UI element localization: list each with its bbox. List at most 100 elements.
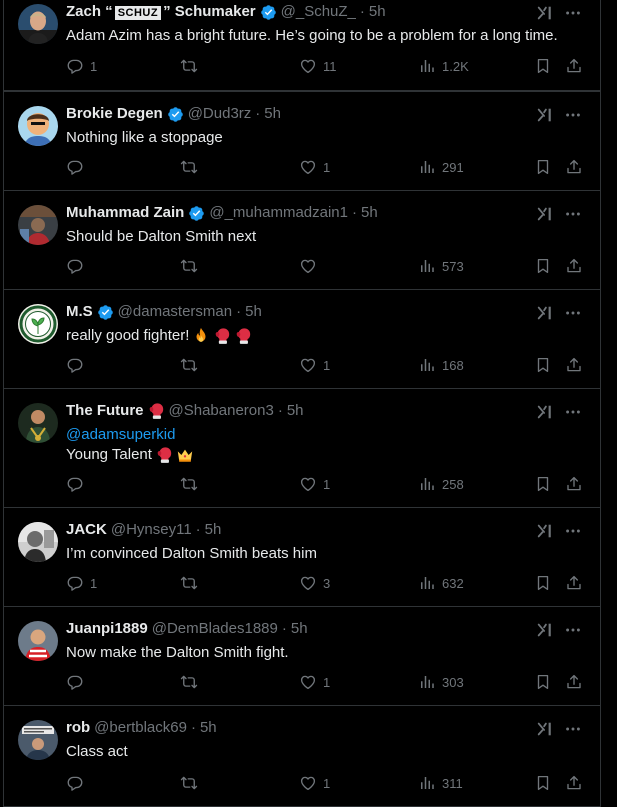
share-button[interactable] bbox=[565, 773, 583, 793]
repost-button[interactable] bbox=[180, 672, 198, 692]
reply-button[interactable] bbox=[66, 474, 90, 494]
timestamp[interactable]: 5h bbox=[361, 203, 378, 223]
like-button[interactable]: 1 bbox=[299, 157, 330, 177]
repost-button[interactable] bbox=[180, 773, 198, 793]
repost-button[interactable] bbox=[180, 256, 198, 276]
reply-item[interactable]: Brokie Degen @Dud3rz · 5h Nothing like a sto… bbox=[4, 92, 600, 191]
avatar[interactable] bbox=[18, 4, 58, 44]
views-button[interactable]: 1.2K bbox=[418, 56, 469, 76]
user-handle[interactable]: @Hynsey11 bbox=[111, 520, 192, 540]
avatar[interactable] bbox=[18, 720, 58, 760]
user-handle[interactable]: @_SchuZ_ bbox=[281, 2, 356, 22]
verified-badge-icon[interactable] bbox=[167, 106, 184, 123]
more-options-icon[interactable] bbox=[564, 4, 582, 22]
repost-button[interactable] bbox=[180, 56, 198, 76]
more-options-icon[interactable] bbox=[564, 106, 582, 124]
views-button[interactable]: 258 bbox=[418, 474, 464, 494]
display-name[interactable]: JACK bbox=[66, 520, 107, 540]
share-button[interactable] bbox=[565, 256, 583, 276]
share-button[interactable] bbox=[565, 474, 583, 494]
avatar[interactable] bbox=[18, 304, 58, 344]
timestamp[interactable]: 5h bbox=[369, 2, 386, 22]
reply-button[interactable] bbox=[66, 672, 90, 692]
views-button[interactable]: 311 bbox=[418, 773, 463, 793]
grok-icon[interactable] bbox=[536, 106, 554, 124]
display-name[interactable]: Zach “SCHUZ” Schumaker bbox=[66, 2, 256, 22]
user-handle[interactable]: @DemBlades1889 bbox=[152, 619, 278, 639]
reply-item[interactable]: Juanpi1889 @DemBlades1889 · 5h Now make the … bbox=[4, 607, 600, 706]
reply-button[interactable] bbox=[66, 355, 90, 375]
reply-item[interactable]: Zach “SCHUZ” Schumaker @_SchuZ_ · 5h Adam Az… bbox=[4, 0, 600, 92]
display-name[interactable]: M.S bbox=[66, 302, 93, 322]
share-button[interactable] bbox=[565, 157, 583, 177]
repost-button[interactable] bbox=[180, 157, 198, 177]
display-name[interactable]: Brokie Degen bbox=[66, 104, 163, 124]
like-button[interactable]: 1 bbox=[299, 672, 330, 692]
more-options-icon[interactable] bbox=[564, 304, 582, 322]
like-button[interactable]: 1 bbox=[299, 355, 330, 375]
more-options-icon[interactable] bbox=[564, 403, 582, 421]
reply-item[interactable]: rob @bertblack69 · 5h Class act 1 311 bbox=[4, 706, 600, 807]
display-name[interactable]: The Future bbox=[66, 401, 144, 421]
bookmark-button[interactable] bbox=[534, 157, 552, 177]
verified-badge-icon[interactable] bbox=[188, 205, 205, 222]
reply-item[interactable]: Muhammad Zain @_muhammadzain1 · 5h Should be… bbox=[4, 191, 600, 290]
share-button[interactable] bbox=[565, 355, 583, 375]
grok-icon[interactable] bbox=[536, 403, 554, 421]
mention-link[interactable]: @adamsuperkid bbox=[66, 425, 175, 445]
timestamp[interactable]: 5h bbox=[291, 619, 308, 639]
timestamp[interactable]: 5h bbox=[200, 718, 217, 738]
timestamp[interactable]: 5h bbox=[245, 302, 262, 322]
views-button[interactable]: 291 bbox=[418, 157, 464, 177]
grok-icon[interactable] bbox=[536, 522, 554, 540]
bookmark-button[interactable] bbox=[534, 56, 552, 76]
more-options-icon[interactable] bbox=[564, 720, 582, 738]
display-name[interactable]: Juanpi1889 bbox=[66, 619, 148, 639]
reply-button[interactable] bbox=[66, 256, 90, 276]
reply-button[interactable] bbox=[66, 157, 90, 177]
avatar[interactable] bbox=[18, 621, 58, 661]
like-button[interactable] bbox=[299, 256, 323, 276]
bookmark-button[interactable] bbox=[534, 573, 552, 593]
user-handle[interactable]: @bertblack69 bbox=[94, 718, 187, 738]
reply-button[interactable]: 1 bbox=[66, 573, 97, 593]
avatar[interactable] bbox=[18, 522, 58, 562]
views-button[interactable]: 632 bbox=[418, 573, 464, 593]
reply-button[interactable] bbox=[66, 773, 90, 793]
more-options-icon[interactable] bbox=[564, 205, 582, 223]
grok-icon[interactable] bbox=[536, 621, 554, 639]
like-button[interactable]: 1 bbox=[299, 474, 330, 494]
grok-icon[interactable] bbox=[536, 304, 554, 322]
grok-icon[interactable] bbox=[536, 205, 554, 223]
reply-item[interactable]: The Future @Shabaneron3 · 5h @adamsuperkid Yo… bbox=[4, 389, 600, 508]
more-options-icon[interactable] bbox=[564, 522, 582, 540]
timestamp[interactable]: 5h bbox=[287, 401, 304, 421]
timestamp[interactable]: 5h bbox=[264, 104, 281, 124]
share-button[interactable] bbox=[565, 56, 583, 76]
display-name[interactable]: Muhammad Zain bbox=[66, 203, 184, 223]
repost-button[interactable] bbox=[180, 474, 198, 494]
like-button[interactable]: 11 bbox=[299, 56, 337, 76]
display-name[interactable]: rob bbox=[66, 718, 90, 738]
bookmark-button[interactable] bbox=[534, 672, 552, 692]
more-options-icon[interactable] bbox=[564, 621, 582, 639]
bookmark-button[interactable] bbox=[534, 474, 552, 494]
reply-item[interactable]: JACK @Hynsey11 · 5h I’m convinced Dalton Smi… bbox=[4, 508, 600, 607]
bookmark-button[interactable] bbox=[534, 256, 552, 276]
verified-badge-icon[interactable] bbox=[260, 4, 277, 21]
bookmark-button[interactable] bbox=[534, 355, 552, 375]
grok-icon[interactable] bbox=[536, 720, 554, 738]
timestamp[interactable]: 5h bbox=[205, 520, 222, 540]
reply-item[interactable]: M.S @damastersman · 5h really good fighter! 1… bbox=[4, 290, 600, 389]
repost-button[interactable] bbox=[180, 573, 198, 593]
user-handle[interactable]: @_muhammadzain1 bbox=[209, 203, 348, 223]
reply-button[interactable]: 1 bbox=[66, 56, 97, 76]
verified-badge-icon[interactable] bbox=[97, 304, 114, 321]
avatar[interactable] bbox=[18, 106, 58, 146]
views-button[interactable]: 168 bbox=[418, 355, 464, 375]
avatar[interactable] bbox=[18, 403, 58, 443]
views-button[interactable]: 303 bbox=[418, 672, 464, 692]
bookmark-button[interactable] bbox=[534, 773, 552, 793]
repost-button[interactable] bbox=[180, 355, 198, 375]
avatar[interactable] bbox=[18, 205, 58, 245]
